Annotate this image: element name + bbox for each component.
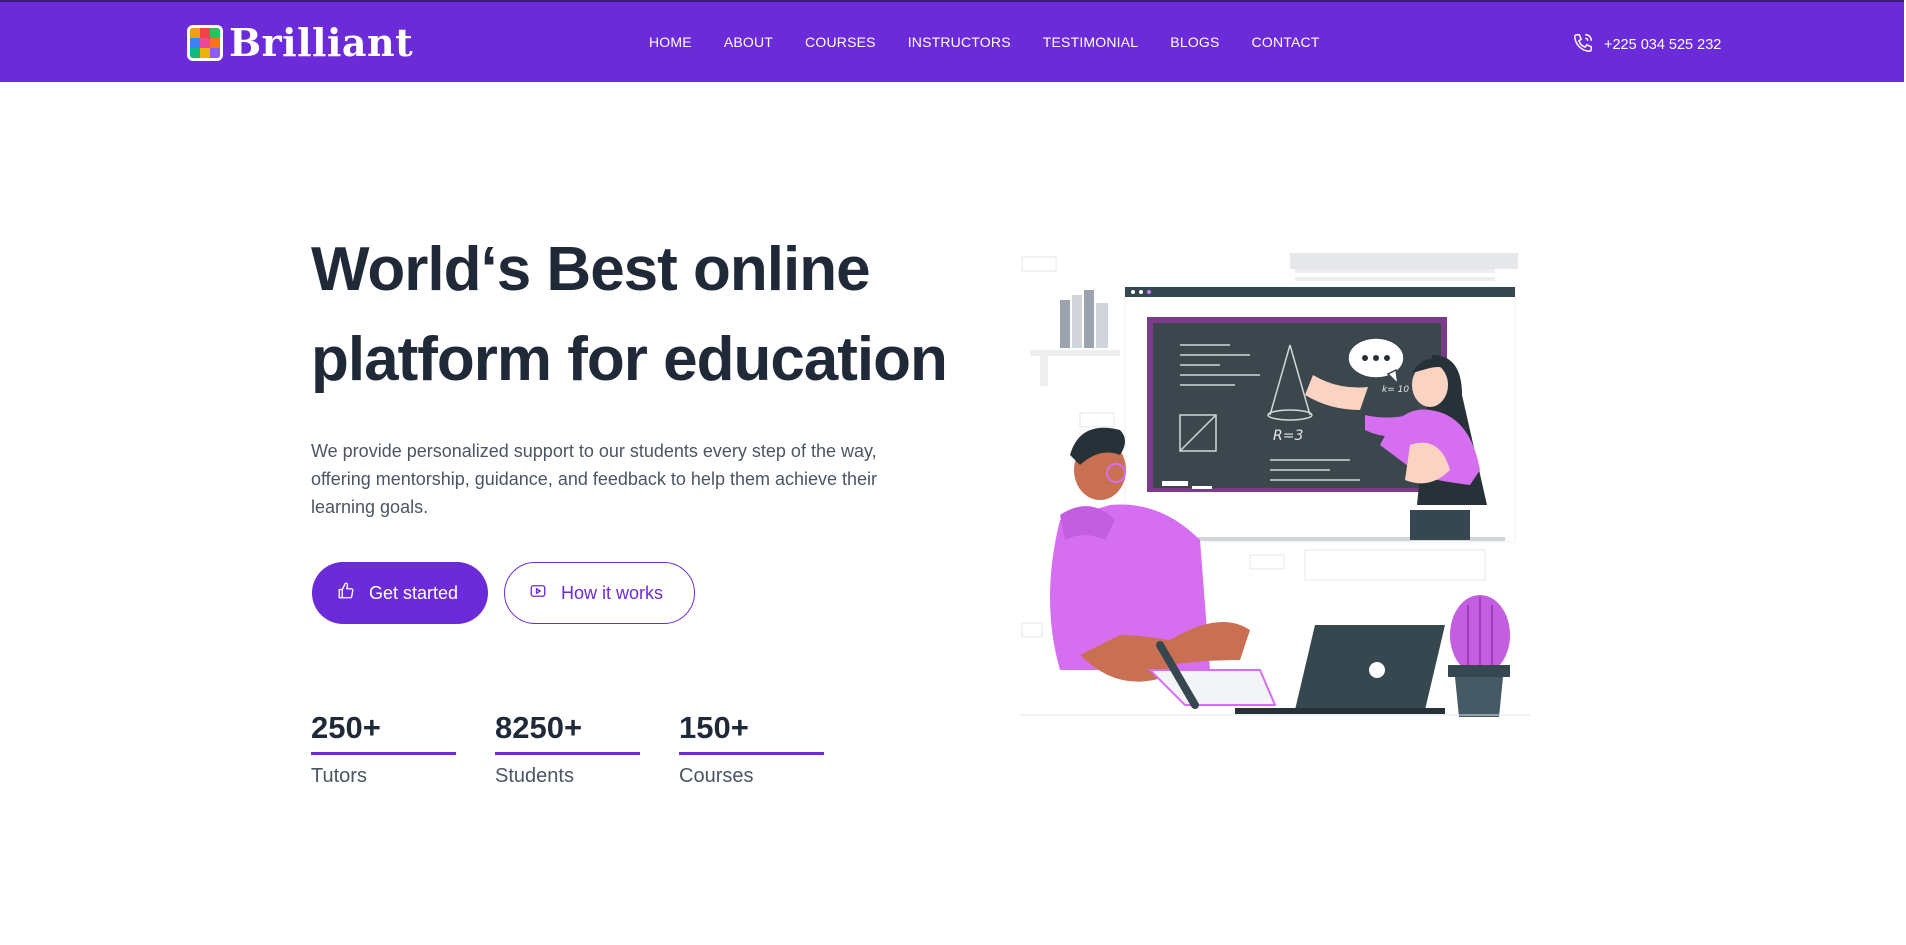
main-nav: HOME ABOUT COURSES INSTRUCTORS TESTIMONI… [649,34,1320,50]
hero-title: World‘s Best online platform for educati… [311,225,1011,405]
top-navbar: Brilliant HOME ABOUT COURSES INSTRUCTORS… [0,0,1904,82]
phone-contact[interactable]: +225 034 525 232 [1572,32,1721,58]
nav-item-contact[interactable]: CONTACT [1252,34,1320,50]
hero-title-line-1: World‘s Best online [311,235,871,304]
phone-icon [1572,32,1594,58]
stat-label: Students [495,765,574,787]
nav-item-home[interactable]: HOME [649,34,692,50]
stat-value: 250+ [311,710,456,755]
nav-item-blogs[interactable]: BLOGS [1170,34,1219,50]
board-note: k= 10 [1382,385,1409,395]
board-formula: R=3 [1273,428,1303,444]
how-it-works-button[interactable]: How it works [504,562,695,624]
get-started-button[interactable]: Get started [312,562,488,624]
stat-label: Tutors [311,765,367,787]
get-started-label: Get started [369,582,459,603]
nav-item-about[interactable]: ABOUT [724,34,773,50]
how-it-works-label: How it works [561,582,664,603]
thumbs-up-icon [337,582,355,605]
nav-item-instructors[interactable]: INSTRUCTORS [908,34,1011,50]
stat-value: 150+ [679,710,824,755]
hero-title-line-2: platform for education [311,325,948,394]
stat-label: Courses [679,765,754,787]
online-class-illustration: R=3 k= 10 [1020,253,1530,717]
nav-item-courses[interactable]: COURSES [805,34,876,50]
brand-name: Brilliant [229,20,414,65]
logo-grid-icon [187,25,223,61]
stat-courses: 150+ Courses [679,710,824,788]
stat-tutors: 250+ Tutors [311,710,456,788]
cactus-plant-icon [1448,595,1510,717]
stat-students: 8250+ Students [495,710,640,788]
stat-value: 8250+ [495,710,640,755]
hero-description: We provide personalized support to our s… [311,441,878,517]
play-icon [529,582,547,605]
phone-number: +225 034 525 232 [1604,37,1722,53]
nav-item-testimonial[interactable]: TESTIMONIAL [1043,34,1139,50]
brand-logo[interactable]: Brilliant [187,24,413,62]
